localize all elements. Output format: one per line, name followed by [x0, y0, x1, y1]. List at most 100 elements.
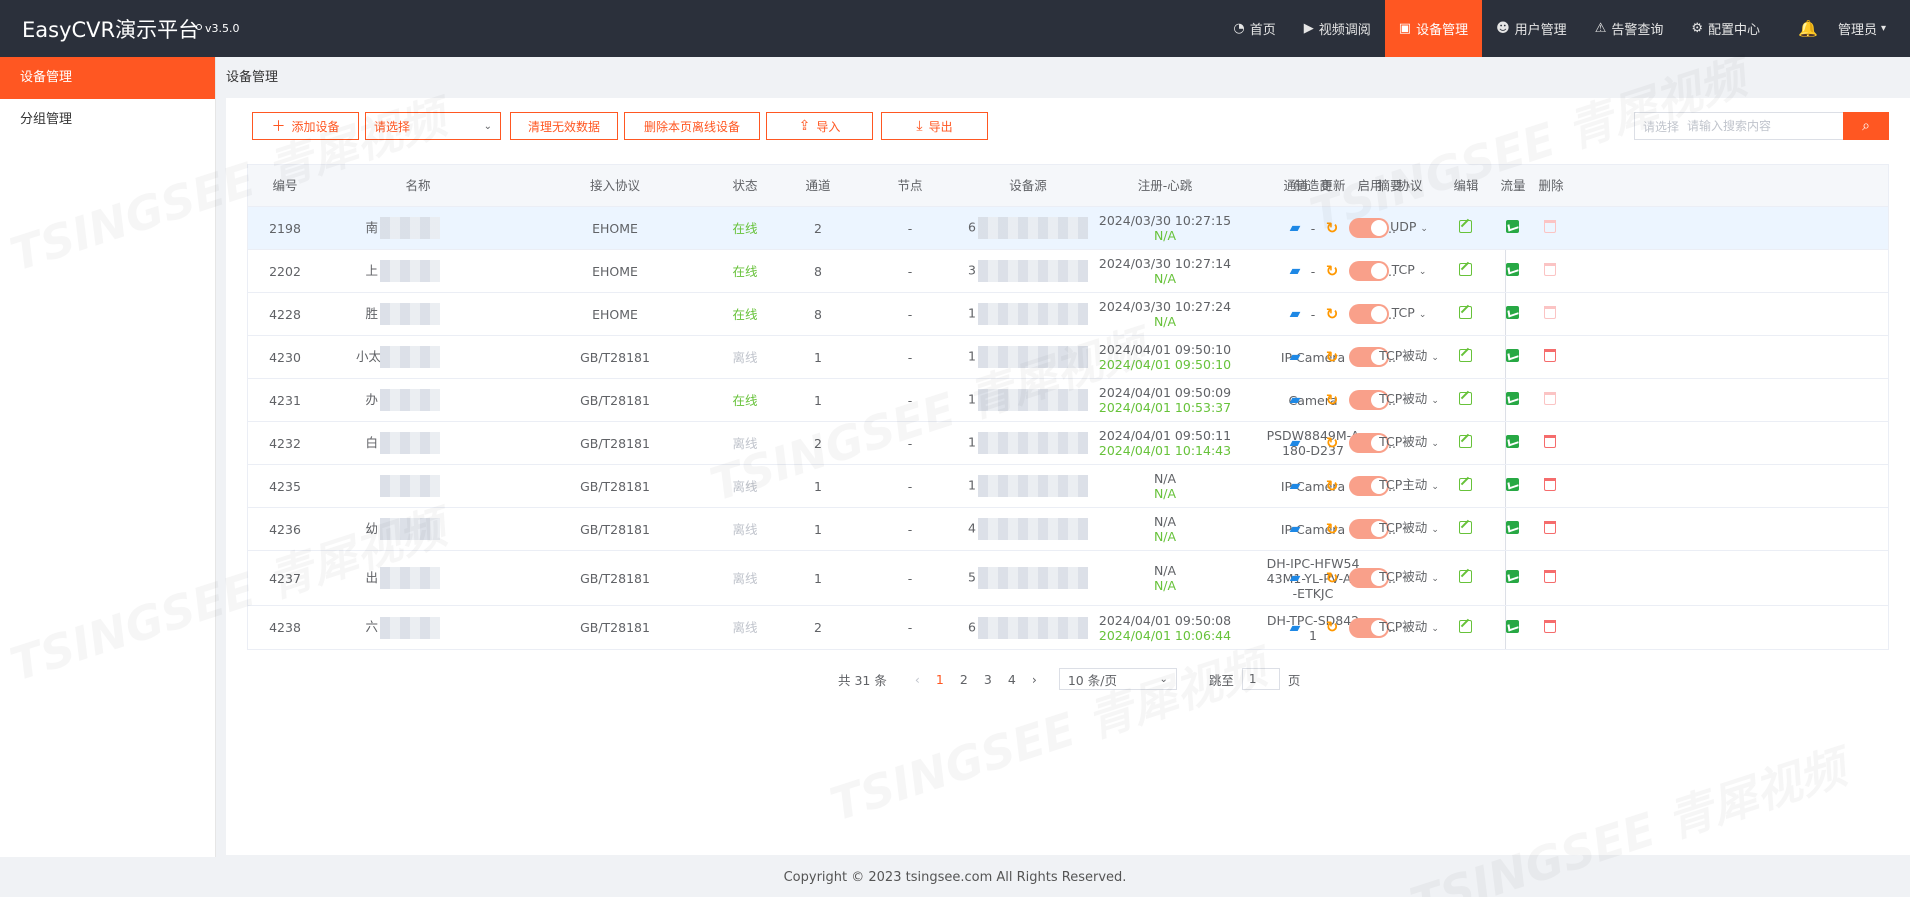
device-id: 4237 — [245, 571, 325, 586]
channel-folder-button[interactable]: ▰ — [1280, 521, 1310, 537]
delete-button[interactable] — [1535, 306, 1565, 322]
channel-folder-button[interactable]: ▰ — [1280, 306, 1310, 322]
update-button[interactable]: ↻ — [1317, 349, 1347, 365]
nav-item-users[interactable]: ☻ 用户管理 — [1482, 0, 1581, 57]
nav-item-video[interactable]: ▶ 视频调阅 — [1290, 0, 1385, 57]
nav-item-config[interactable]: ⚙ 配置中心 — [1677, 0, 1774, 57]
traffic-button[interactable] — [1497, 263, 1527, 279]
sidebar-item-groups[interactable]: 分组管理 — [0, 99, 215, 141]
filter-select[interactable]: 请选择 ⌄ — [365, 112, 501, 140]
export-button[interactable]: ⤓ 导出 — [881, 112, 988, 140]
page-size-select[interactable]: 10 条/页 ⌄ — [1058, 668, 1177, 690]
delete-button[interactable] — [1535, 521, 1565, 537]
channel-folder-button[interactable]: ▰ — [1280, 349, 1310, 365]
chevron-down-icon: ⌄ — [1431, 482, 1439, 492]
delete-button[interactable] — [1535, 478, 1565, 494]
edit-button[interactable] — [1450, 263, 1480, 279]
delete-button[interactable] — [1535, 392, 1565, 408]
search-button[interactable]: ⌕ — [1843, 112, 1889, 140]
update-button[interactable]: ↻ — [1317, 220, 1347, 236]
delete-button[interactable] — [1535, 435, 1565, 451]
edit-button[interactable] — [1450, 392, 1480, 408]
channel-folder-button[interactable]: ▰ — [1280, 570, 1310, 586]
device-protocol-text: GB/T28181 — [580, 435, 650, 451]
stream-protocol-select[interactable]: TCP被动 ⌄ — [1374, 619, 1444, 637]
import-button[interactable]: ⇪ 导入 — [766, 112, 873, 140]
delete-button[interactable] — [1535, 619, 1565, 636]
nav-item-home[interactable]: ◔ 首页 — [1219, 0, 1289, 57]
search-type-select[interactable]: 请选择 — [1635, 118, 1687, 135]
channel-folder-button[interactable]: ▰ — [1280, 620, 1310, 636]
node-text: - — [907, 620, 913, 635]
update-button[interactable]: ↻ — [1317, 478, 1347, 494]
prev-page-icon[interactable]: ‹ — [907, 672, 928, 687]
traffic-button[interactable] — [1497, 521, 1527, 537]
stream-protocol-select[interactable]: UDP ⌄ — [1374, 219, 1444, 237]
update-button[interactable]: ↻ — [1317, 435, 1347, 451]
next-page-icon[interactable]: › — [1024, 672, 1045, 687]
traffic-button[interactable] — [1497, 570, 1527, 586]
delete-offline-button[interactable]: 删除本页离线设备 — [624, 112, 760, 140]
stream-protocol-select[interactable]: TCP被动 ⌄ — [1374, 348, 1444, 366]
traffic-button[interactable] — [1497, 478, 1527, 494]
edit-button[interactable] — [1450, 306, 1480, 322]
delete-button[interactable] — [1535, 263, 1565, 279]
update-button[interactable]: ↻ — [1317, 392, 1347, 408]
heartbeat-time: 2024/04/01 10:14:43 — [1098, 443, 1232, 458]
stream-protocol-select[interactable]: TCP ⌄ — [1374, 305, 1444, 323]
delete-button[interactable] — [1535, 220, 1565, 236]
delete-button[interactable] — [1535, 570, 1565, 586]
nav-item-label: 首页 — [1249, 23, 1276, 38]
channel-folder-button[interactable]: ▰ — [1280, 478, 1310, 494]
edit-button[interactable] — [1450, 220, 1480, 236]
stream-protocol-select[interactable]: TCP被动 ⌄ — [1374, 391, 1444, 409]
jump-page-input[interactable] — [1241, 668, 1280, 690]
edit-button[interactable] — [1450, 570, 1480, 586]
page-suffix: 页 — [1287, 672, 1301, 688]
update-button[interactable]: ↻ — [1317, 570, 1347, 586]
stream-protocol-select[interactable]: TCP被动 ⌄ — [1374, 569, 1444, 587]
channel-folder-button[interactable]: ▰ — [1280, 263, 1310, 279]
clean-invalid-button[interactable]: 清理无效数据 — [510, 112, 618, 140]
device-id-text: 4237 — [269, 570, 301, 586]
add-device-button[interactable]: ＋ 添加设备 — [252, 112, 359, 140]
update-button[interactable]: ↻ — [1317, 263, 1347, 279]
edit-button[interactable] — [1450, 435, 1480, 451]
delete-button[interactable] — [1535, 349, 1565, 365]
nav-item-alarms[interactable]: ⚠ 告警查询 — [1581, 0, 1678, 57]
traffic-button[interactable] — [1497, 435, 1527, 451]
traffic-button[interactable] — [1497, 349, 1527, 365]
user-menu[interactable]: 管理员 ▾ — [1832, 0, 1910, 57]
traffic-button[interactable] — [1497, 220, 1527, 236]
edit-button[interactable] — [1450, 349, 1480, 365]
stream-protocol-select[interactable]: TCP主动 ⌄ — [1374, 477, 1444, 495]
heartbeat-time: N/A — [1153, 486, 1177, 501]
page-1[interactable]: 1 — [928, 672, 952, 687]
update-button[interactable]: ↻ — [1317, 620, 1347, 635]
search-input[interactable] — [1687, 119, 1818, 133]
page-2[interactable]: 2 — [952, 672, 976, 687]
channel-folder-button[interactable]: ▰ — [1280, 220, 1310, 236]
nav-item-devices[interactable]: ▣ 设备管理 — [1384, 0, 1483, 57]
stream-protocol-select[interactable]: TCP被动 ⌄ — [1374, 434, 1444, 452]
sidebar-item-devices[interactable]: 设备管理 — [0, 57, 215, 99]
edit-button[interactable] — [1450, 478, 1480, 494]
bell-icon[interactable]: 🔔 — [1774, 0, 1832, 57]
traffic-button[interactable] — [1497, 306, 1527, 322]
update-button[interactable]: ↻ — [1317, 306, 1347, 322]
table-row: 4228 胜 EHOME 在线 8-1 2024/03/30 10:27:24 N/A -..… — [248, 293, 1888, 336]
traffic-button[interactable] — [1497, 392, 1527, 408]
channel-folder-button[interactable]: ▰ — [1280, 392, 1310, 408]
channel-folder-button[interactable]: ▰ — [1280, 435, 1310, 451]
page-3[interactable]: 3 — [976, 672, 1000, 687]
edit-button[interactable] — [1450, 619, 1480, 636]
edit-button[interactable] — [1450, 521, 1480, 537]
page-4[interactable]: 4 — [1000, 672, 1024, 687]
table-row: 4236 幼 GB/T28181 离线 1-4 N/A N/A IP Camera... ▰ ↻ T… — [248, 508, 1888, 551]
device-source: 6 — [958, 217, 1098, 239]
update-button[interactable]: ↻ — [1317, 521, 1347, 537]
heartbeat-time: 2024/04/01 10:53:37 — [1098, 400, 1232, 415]
stream-protocol-select[interactable]: TCP被动 ⌄ — [1374, 520, 1444, 538]
stream-protocol-select[interactable]: TCP ⌄ — [1374, 262, 1444, 280]
traffic-button[interactable] — [1497, 619, 1527, 636]
